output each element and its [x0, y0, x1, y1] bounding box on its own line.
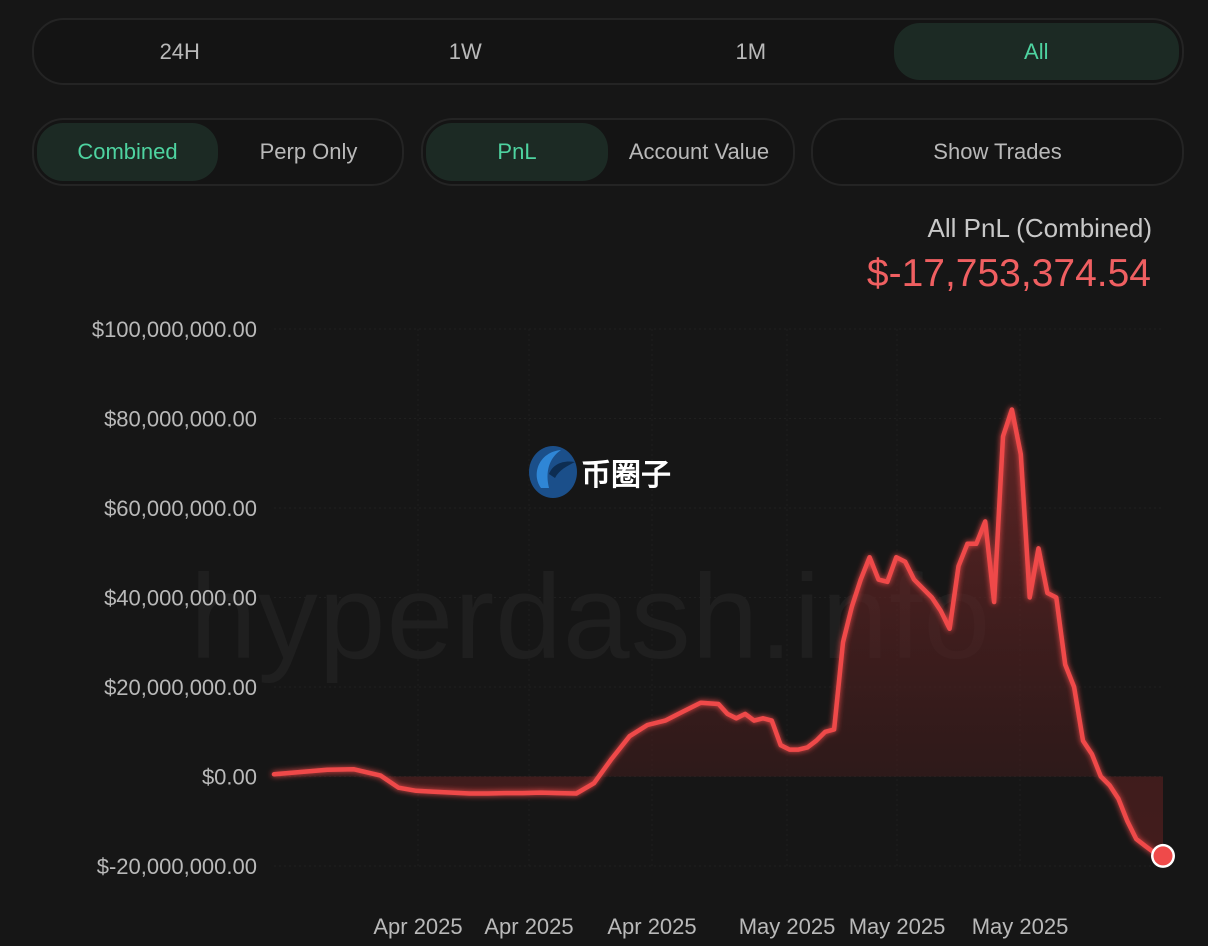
y-axis: $100,000,000.00 $80,000,000.00 $60,000,000… — [92, 317, 257, 879]
tab-combined[interactable]: Combined — [37, 123, 218, 181]
pnl-title: All PnL (Combined) — [927, 213, 1152, 243]
y-tick-label: $100,000,000.00 — [92, 317, 257, 342]
logo: 币圈子 — [527, 444, 671, 500]
tab-account-value[interactable]: Account Value — [608, 123, 790, 181]
logo-icon — [529, 446, 577, 498]
x-tick-label: Apr 2025 — [484, 914, 573, 939]
tab-perp-only[interactable]: Perp Only — [218, 123, 399, 181]
tab-1m[interactable]: 1M — [608, 23, 894, 80]
metric-selector: PnL Account Value — [421, 118, 795, 186]
pnl-value: $-17,753,374.54 — [866, 252, 1151, 295]
y-tick-label: $0.00 — [202, 765, 257, 790]
show-trades-button[interactable]: Show Trades — [811, 118, 1184, 186]
tab-pnl[interactable]: PnL — [426, 123, 608, 181]
time-range-selector: 24H 1W 1M All — [32, 18, 1184, 85]
x-tick-label: May 2025 — [972, 914, 1069, 939]
tab-all[interactable]: All — [893, 23, 1179, 80]
y-tick-label: $-20,000,000.00 — [97, 854, 257, 879]
x-tick-label: May 2025 — [739, 914, 836, 939]
pnl-chart: $100,000,000.00 $80,000,000.00 $60,000,000… — [92, 317, 1175, 939]
y-tick-label: $20,000,000.00 — [104, 675, 257, 700]
tab-1w[interactable]: 1W — [323, 23, 609, 80]
show-trades-label: Show Trades — [933, 139, 1062, 164]
y-tick-label: $40,000,000.00 — [104, 586, 257, 611]
y-tick-label: $60,000,000.00 — [104, 496, 257, 521]
tab-24h[interactable]: 24H — [37, 23, 323, 80]
x-tick-label: Apr 2025 — [373, 914, 462, 939]
x-axis: Apr 2025 Apr 2025 Apr 2025 May 2025 May 2025… — [373, 914, 1068, 939]
mode-selector: Combined Perp Only — [32, 118, 404, 186]
x-tick-label: Apr 2025 — [607, 914, 696, 939]
x-tick-label: May 2025 — [849, 914, 946, 939]
y-tick-label: $80,000,000.00 — [104, 407, 257, 432]
logo-text: 币圈子 — [581, 458, 671, 493]
end-point-marker — [1153, 846, 1173, 866]
